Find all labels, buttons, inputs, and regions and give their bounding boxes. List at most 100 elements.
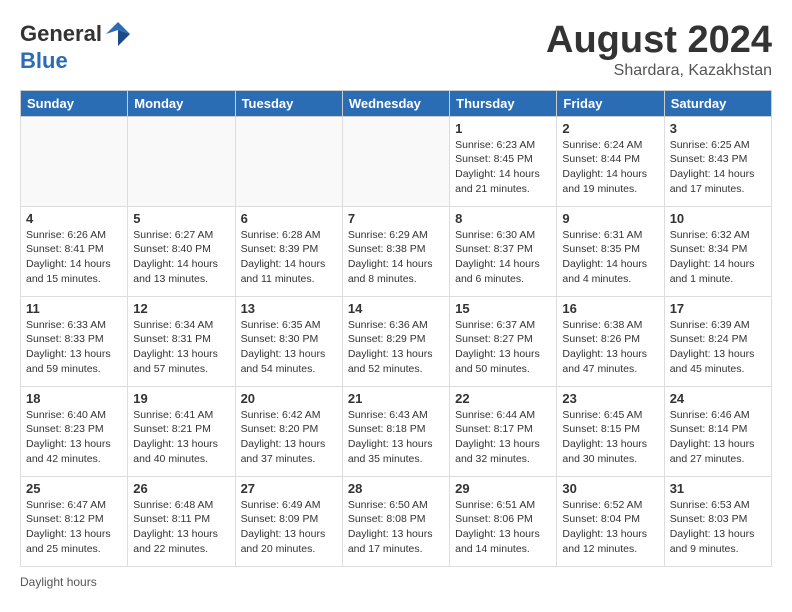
day-info: Sunrise: 6:43 AMSunset: 8:18 PMDaylight:… <box>348 408 444 467</box>
day-number: 14 <box>348 301 444 316</box>
logo-blue-text: Blue <box>20 48 68 74</box>
day-info: Sunrise: 6:45 AMSunset: 8:15 PMDaylight:… <box>562 408 658 467</box>
day-number: 8 <box>455 211 551 226</box>
day-number: 31 <box>670 481 766 496</box>
calendar-cell: 30Sunrise: 6:52 AMSunset: 8:04 PMDayligh… <box>557 476 664 566</box>
day-info: Sunrise: 6:29 AMSunset: 8:38 PMDaylight:… <box>348 228 444 287</box>
calendar-cell <box>128 116 235 206</box>
logo-icon <box>104 20 132 48</box>
day-info: Sunrise: 6:42 AMSunset: 8:20 PMDaylight:… <box>241 408 337 467</box>
day-number: 15 <box>455 301 551 316</box>
day-number: 26 <box>133 481 229 496</box>
week-row-4: 18 Sunrise: 6:40 AMSunset: 8:23 PMDayligh… <box>21 386 772 476</box>
calendar-cell: 11 Sunrise: 6:33 AMSunset: 8:33 PMDayligh… <box>21 296 128 386</box>
day-number: 16 <box>562 301 658 316</box>
day-number: 27 <box>241 481 337 496</box>
calendar-cell: 18 Sunrise: 6:40 AMSunset: 8:23 PMDayligh… <box>21 386 128 476</box>
month-year-title: August 2024 <box>546 20 772 62</box>
logo-general-text: General <box>20 21 102 47</box>
calendar-cell: 27 Sunrise: 6:49 AMSunset: 8:09 PMDayligh… <box>235 476 342 566</box>
week-row-1: 1 Sunrise: 6:23 AMSunset: 8:45 PMDaylight… <box>21 116 772 206</box>
day-info: Sunrise: 6:39 AMSunset: 8:24 PMDaylight:… <box>670 318 766 377</box>
weekday-header-saturday: Saturday <box>664 90 771 116</box>
day-info: Sunrise: 6:53 AMSunset: 8:03 PMDaylight:… <box>670 498 766 557</box>
logo: General Blue <box>20 20 132 74</box>
day-info: Sunrise: 6:38 AMSunset: 8:26 PMDaylight:… <box>562 318 658 377</box>
calendar-cell <box>342 116 449 206</box>
calendar-cell: 17 Sunrise: 6:39 AMSunset: 8:24 PMDayligh… <box>664 296 771 386</box>
weekday-header-sunday: Sunday <box>21 90 128 116</box>
calendar-cell: 29 Sunrise: 6:51 AMSunset: 8:06 PMDayligh… <box>450 476 557 566</box>
day-number: 12 <box>133 301 229 316</box>
calendar-cell: 31 Sunrise: 6:53 AMSunset: 8:03 PMDayligh… <box>664 476 771 566</box>
calendar-cell: 4 Sunrise: 6:26 AMSunset: 8:41 PMDaylight… <box>21 206 128 296</box>
day-info: Sunrise: 6:34 AMSunset: 8:31 PMDaylight:… <box>133 318 229 377</box>
day-number: 10 <box>670 211 766 226</box>
day-info: Sunrise: 6:26 AMSunset: 8:41 PMDaylight:… <box>26 228 122 287</box>
calendar-cell: 1 Sunrise: 6:23 AMSunset: 8:45 PMDaylight… <box>450 116 557 206</box>
day-number: 17 <box>670 301 766 316</box>
calendar-cell: 9Sunrise: 6:31 AMSunset: 8:35 PMDaylight… <box>557 206 664 296</box>
day-info: Sunrise: 6:27 AMSunset: 8:40 PMDaylight:… <box>133 228 229 287</box>
calendar-cell: 14 Sunrise: 6:36 AMSunset: 8:29 PMDayligh… <box>342 296 449 386</box>
day-info: Sunrise: 6:37 AMSunset: 8:27 PMDaylight:… <box>455 318 551 377</box>
weekday-header-monday: Monday <box>128 90 235 116</box>
day-info: Sunrise: 6:50 AMSunset: 8:08 PMDaylight:… <box>348 498 444 557</box>
calendar-cell <box>235 116 342 206</box>
day-info: Sunrise: 6:47 AMSunset: 8:12 PMDaylight:… <box>26 498 122 557</box>
day-info: Sunrise: 6:49 AMSunset: 8:09 PMDaylight:… <box>241 498 337 557</box>
day-number: 23 <box>562 391 658 406</box>
day-number: 29 <box>455 481 551 496</box>
calendar-cell: 21Sunrise: 6:43 AMSunset: 8:18 PMDayligh… <box>342 386 449 476</box>
day-info: Sunrise: 6:23 AMSunset: 8:45 PMDaylight:… <box>455 138 551 197</box>
weekday-header-friday: Friday <box>557 90 664 116</box>
calendar-cell: 25Sunrise: 6:47 AMSunset: 8:12 PMDayligh… <box>21 476 128 566</box>
day-number: 4 <box>26 211 122 226</box>
calendar-cell: 23 Sunrise: 6:45 AMSunset: 8:15 PMDayligh… <box>557 386 664 476</box>
calendar-cell: 7 Sunrise: 6:29 AMSunset: 8:38 PMDaylight… <box>342 206 449 296</box>
day-info: Sunrise: 6:51 AMSunset: 8:06 PMDaylight:… <box>455 498 551 557</box>
calendar-cell: 26 Sunrise: 6:48 AMSunset: 8:11 PMDayligh… <box>128 476 235 566</box>
day-info: Sunrise: 6:25 AMSunset: 8:43 PMDaylight:… <box>670 138 766 197</box>
location-text: Shardara, Kazakhstan <box>546 62 772 80</box>
day-number: 11 <box>26 301 122 316</box>
calendar-table: SundayMondayTuesdayWednesdayThursdayFrid… <box>20 90 772 567</box>
calendar-cell: 22Sunrise: 6:44 AMSunset: 8:17 PMDayligh… <box>450 386 557 476</box>
day-number: 30 <box>562 481 658 496</box>
calendar-cell: 24Sunrise: 6:46 AMSunset: 8:14 PMDayligh… <box>664 386 771 476</box>
day-info: Sunrise: 6:35 AMSunset: 8:30 PMDaylight:… <box>241 318 337 377</box>
calendar-cell: 8 Sunrise: 6:30 AMSunset: 8:37 PMDaylight… <box>450 206 557 296</box>
calendar-cell: 13 Sunrise: 6:35 AMSunset: 8:30 PMDayligh… <box>235 296 342 386</box>
week-row-2: 4 Sunrise: 6:26 AMSunset: 8:41 PMDaylight… <box>21 206 772 296</box>
day-info: Sunrise: 6:46 AMSunset: 8:14 PMDaylight:… <box>670 408 766 467</box>
week-row-5: 25Sunrise: 6:47 AMSunset: 8:12 PMDayligh… <box>21 476 772 566</box>
day-number: 6 <box>241 211 337 226</box>
weekday-header-thursday: Thursday <box>450 90 557 116</box>
day-info: Sunrise: 6:30 AMSunset: 8:37 PMDaylight:… <box>455 228 551 287</box>
calendar-cell: 12 Sunrise: 6:34 AMSunset: 8:31 PMDayligh… <box>128 296 235 386</box>
weekday-header-row: SundayMondayTuesdayWednesdayThursdayFrid… <box>21 90 772 116</box>
day-info: Sunrise: 6:36 AMSunset: 8:29 PMDaylight:… <box>348 318 444 377</box>
weekday-header-wednesday: Wednesday <box>342 90 449 116</box>
day-info: Sunrise: 6:48 AMSunset: 8:11 PMDaylight:… <box>133 498 229 557</box>
day-number: 18 <box>26 391 122 406</box>
calendar-cell: 28 Sunrise: 6:50 AMSunset: 8:08 PMDayligh… <box>342 476 449 566</box>
calendar-cell: 3Sunrise: 6:25 AMSunset: 8:43 PMDaylight… <box>664 116 771 206</box>
day-number: 22 <box>455 391 551 406</box>
day-number: 19 <box>133 391 229 406</box>
calendar-cell: 5Sunrise: 6:27 AMSunset: 8:40 PMDaylight… <box>128 206 235 296</box>
day-info: Sunrise: 6:40 AMSunset: 8:23 PMDaylight:… <box>26 408 122 467</box>
calendar-cell: 6 Sunrise: 6:28 AMSunset: 8:39 PMDaylight… <box>235 206 342 296</box>
day-number: 7 <box>348 211 444 226</box>
day-number: 20 <box>241 391 337 406</box>
calendar-cell <box>21 116 128 206</box>
day-info: Sunrise: 6:33 AMSunset: 8:33 PMDaylight:… <box>26 318 122 377</box>
weekday-header-tuesday: Tuesday <box>235 90 342 116</box>
day-info: Sunrise: 6:41 AMSunset: 8:21 PMDaylight:… <box>133 408 229 467</box>
day-number: 13 <box>241 301 337 316</box>
day-number: 9 <box>562 211 658 226</box>
day-info: Sunrise: 6:28 AMSunset: 8:39 PMDaylight:… <box>241 228 337 287</box>
day-number: 1 <box>455 121 551 136</box>
day-number: 28 <box>348 481 444 496</box>
page-header: General Blue August 2024 Shardara, Kazak… <box>20 20 772 80</box>
